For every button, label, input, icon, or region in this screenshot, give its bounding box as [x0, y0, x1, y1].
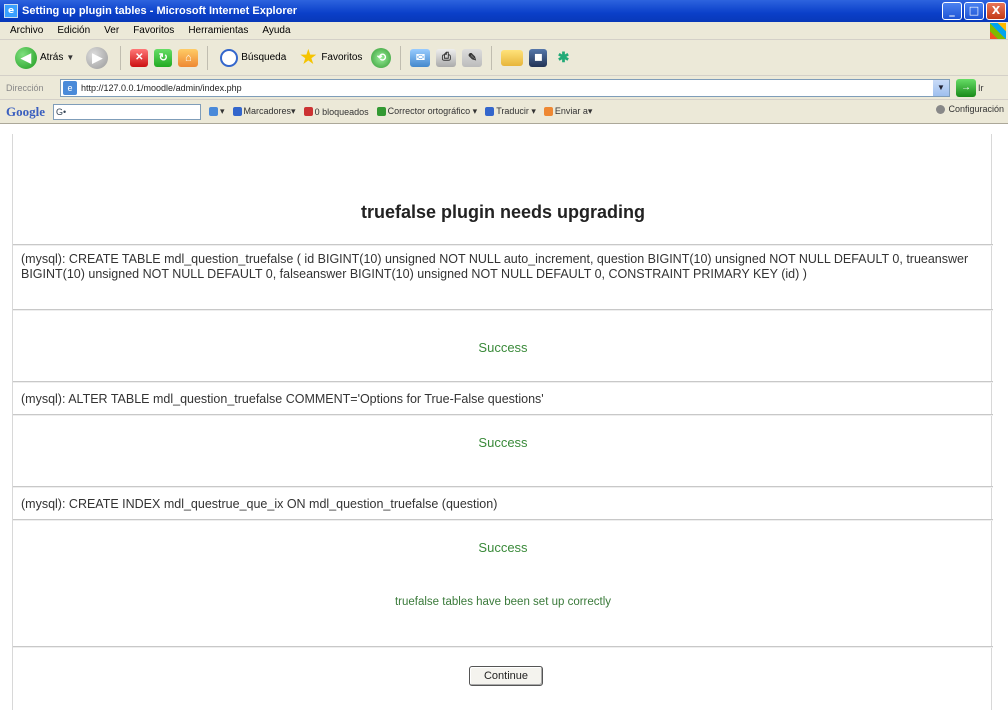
page-box: truefalse plugin needs upgrading (mysql)… [12, 134, 993, 710]
success-message: Success [478, 540, 528, 555]
toolbar-separator [491, 45, 493, 70]
windows-logo-icon [990, 23, 1006, 39]
ie-icon: e [4, 4, 18, 18]
divider [13, 519, 993, 521]
google-popup-blocker[interactable]: 0 bloqueados [303, 106, 369, 117]
chevron-down-icon[interactable]: ▼ [66, 53, 74, 62]
toolbar-separator [207, 45, 209, 70]
address-url[interactable]: http://127.0.0.1/moodle/admin/index.php [81, 83, 242, 93]
continue-button[interactable]: Continue [469, 666, 543, 686]
google-translate[interactable]: Traducir ▾ [485, 106, 536, 117]
popup-blocker-icon [303, 107, 313, 116]
favorites-button[interactable]: ★ Favoritos [295, 46, 365, 70]
sql-statement-create-index: (mysql): CREATE INDEX mdl_questrue_que_i… [21, 497, 498, 511]
search-button[interactable]: Búsqueda [217, 47, 289, 69]
page-content: truefalse plugin needs upgrading (mysql)… [0, 124, 1008, 710]
sql-statement-create-table: (mysql): CREATE TABLE mdl_question_truef… [21, 252, 969, 281]
settings-label: Configuración [948, 104, 1004, 114]
address-bar: Dirección e http://127.0.0.1/moodle/admi… [0, 76, 1008, 100]
divider [13, 381, 993, 383]
close-button[interactable]: X [986, 2, 1006, 20]
tools-icon[interactable]: ✱ [553, 49, 573, 67]
stop-icon[interactable]: ✕ [130, 48, 149, 67]
window-title: Setting up plugin tables - Microsoft Int… [22, 5, 298, 17]
back-arrow-icon: ◀ [15, 46, 37, 69]
menu-ayuda[interactable]: Ayuda [260, 25, 292, 36]
divider [13, 486, 993, 488]
edit-icon[interactable]: ✎ [462, 48, 483, 67]
page-icon: e [63, 80, 77, 95]
google-settings[interactable]: Configuración [936, 104, 1004, 114]
star-icon: ★ [300, 47, 317, 67]
toolbar-separator [400, 45, 402, 70]
blocked-label: 0 bloqueados [314, 106, 369, 117]
go-label[interactable]: Ir [978, 83, 984, 93]
bookmarks-label: Marcadores▾ [243, 106, 296, 116]
chevron-down-icon[interactable]: ▼ [933, 79, 949, 96]
menu-ver[interactable]: Ver [102, 25, 121, 36]
success-message: Success [478, 435, 528, 450]
google-search-input[interactable]: G• [53, 103, 201, 120]
menu-herramientas[interactable]: Herramientas [186, 25, 250, 36]
back-button[interactable]: ◀ Atrás ▼ [12, 45, 77, 71]
search-icon [209, 107, 218, 116]
print-icon[interactable]: ⎙ [436, 48, 457, 67]
mail-icon[interactable]: ✉ [410, 48, 431, 67]
send-to-label: Enviar a▾ [554, 106, 593, 116]
menu-favoritos[interactable]: Favoritos [131, 25, 176, 36]
minimize-button[interactable]: _ [942, 2, 962, 20]
google-send-to[interactable]: Enviar a▾ [543, 106, 593, 117]
google-logo[interactable]: Google [6, 104, 45, 120]
search-icon [220, 48, 239, 67]
google-spellcheck[interactable]: Corrector ortográfico ▾ [376, 106, 478, 117]
divider [13, 414, 993, 416]
google-logo-text: Google [6, 103, 45, 119]
gear-icon [936, 104, 946, 114]
bookmark-star-icon [232, 107, 242, 116]
back-label: Atrás [40, 52, 64, 63]
maximize-button[interactable]: □ [964, 2, 984, 20]
divider [13, 646, 993, 648]
messenger-icon[interactable]: ◼ [529, 48, 548, 67]
forward-button[interactable]: ▶ [83, 45, 111, 71]
translate-icon [485, 107, 495, 116]
divider [13, 309, 993, 311]
window-controls: _ □ X [942, 2, 1006, 20]
spellcheck-icon [376, 107, 386, 116]
translate-label: Traducir ▾ [496, 106, 536, 116]
title-bar: e Setting up plugin tables - Microsoft I… [0, 0, 1008, 22]
menu-edicion[interactable]: Edición [55, 25, 92, 36]
menu-bar: Archivo Edición Ver Favoritos Herramient… [0, 22, 1008, 40]
google-search-button[interactable]: ▾ [209, 106, 225, 117]
forward-arrow-icon: ▶ [86, 46, 109, 69]
send-icon [543, 107, 553, 116]
page-title: truefalse plugin needs upgrading [360, 202, 646, 222]
standard-toolbar: ◀ Atrás ▼ ▶ ✕ ↻ ⌂ Búsqueda ★ Favoritos ⟲… [0, 40, 1008, 76]
favorites-label: Favoritos [321, 52, 363, 63]
search-label: Búsqueda [241, 52, 287, 63]
sql-statement-alter-table: (mysql): ALTER TABLE mdl_question_truefa… [21, 392, 544, 406]
refresh-icon[interactable]: ↻ [154, 48, 173, 67]
success-message: Success [478, 340, 528, 355]
menu-archivo[interactable]: Archivo [8, 25, 45, 36]
google-bookmarks[interactable]: Marcadores▾ [232, 106, 296, 117]
folder-icon[interactable] [501, 49, 524, 66]
history-icon[interactable]: ⟲ [371, 47, 392, 68]
toolbar-separator [120, 45, 122, 70]
go-button[interactable]: → [956, 78, 976, 97]
home-icon[interactable]: ⌂ [178, 48, 199, 67]
address-label: Dirección [6, 82, 44, 93]
spellcheck-label: Corrector ortográfico ▾ [387, 106, 478, 116]
google-toolbar: Google G• ▾ Marcadores▾ 0 bloqueados Cor… [0, 100, 1008, 124]
address-input[interactable]: e http://127.0.0.1/moodle/admin/index.ph… [60, 78, 950, 97]
setup-notice: truefalse tables have been set up correc… [394, 596, 612, 608]
divider [13, 244, 993, 246]
